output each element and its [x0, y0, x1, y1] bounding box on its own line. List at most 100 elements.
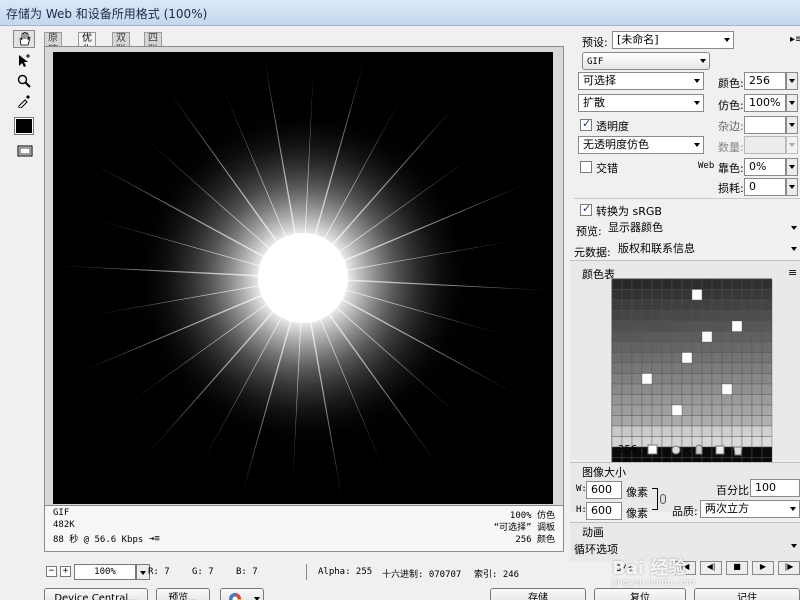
color-swatch	[691, 415, 703, 427]
lossy-slider-button[interactable]	[786, 178, 798, 196]
tab-original[interactable]: 原稿	[44, 32, 62, 56]
web-snap-slider-button[interactable]	[786, 158, 798, 176]
preview-image[interactable]	[53, 52, 553, 504]
color-swatch	[681, 279, 693, 290]
link-icon[interactable]	[660, 494, 666, 504]
zoom-in-button[interactable]: +	[60, 566, 71, 577]
color-swatches	[612, 279, 773, 469]
transparency-dither-dropdown[interactable]: 无透明度仿色	[578, 136, 704, 154]
color-swatch	[641, 383, 653, 395]
color-swatch	[641, 289, 653, 301]
slice-select-tool-button[interactable]	[13, 52, 35, 70]
web-shift-icon	[671, 445, 681, 455]
transparency-checkbox[interactable]	[580, 117, 592, 131]
next-frame-button[interactable]: |▶	[778, 561, 800, 575]
color-swatch	[721, 310, 733, 322]
interlaced-checkbox[interactable]	[580, 161, 592, 173]
color-swatch	[621, 383, 633, 395]
optimize-menu-icon[interactable]: ▸≡	[790, 34, 800, 45]
height-field[interactable]: 600	[586, 502, 622, 520]
window-title-bar[interactable]: 存储为 Web 和设备所用格式 (100%)	[0, 0, 800, 26]
color-swatch	[691, 289, 703, 301]
chevron-down-icon	[791, 544, 797, 548]
color-swatch	[751, 320, 763, 332]
color-swatch	[691, 341, 703, 353]
download-speed-menu-icon[interactable]: ⇥≡	[149, 534, 160, 544]
convert-srgb-checkbox[interactable]	[580, 202, 592, 216]
color-swatch	[761, 373, 773, 385]
tab-2-up[interactable]: 双联	[112, 32, 130, 56]
play-button[interactable]: ▶	[752, 561, 774, 575]
window-title: 存储为 Web 和设备所用格式 (100%)	[6, 7, 208, 21]
color-swatch	[661, 299, 673, 311]
lossy-field[interactable]: 0	[744, 178, 786, 196]
color-swatch	[691, 279, 703, 290]
color-swatch	[631, 362, 643, 374]
preset-dropdown[interactable]: [未命名]	[612, 31, 734, 49]
matte-field[interactable]	[744, 116, 786, 134]
color-swatch	[671, 352, 683, 364]
color-swatch	[761, 320, 773, 332]
color-swatch	[721, 331, 733, 343]
percent-field[interactable]: 100	[750, 479, 800, 497]
color-swatch	[741, 289, 753, 301]
color-table-menu-icon[interactable]: ≡	[788, 266, 797, 279]
color-swatch	[691, 373, 703, 385]
eyedropper-color-swatch[interactable]	[13, 116, 35, 136]
hand-tool-button[interactable]	[13, 30, 35, 48]
device-central-button[interactable]: Device Central...	[44, 588, 148, 600]
dither-slider-button[interactable]	[786, 94, 798, 112]
color-swatch	[741, 331, 753, 343]
color-swatch	[612, 279, 623, 290]
browser-icon	[229, 593, 241, 600]
width-field[interactable]: 600	[586, 481, 622, 499]
amount-field[interactable]	[744, 136, 786, 154]
dither-algorithm-dropdown[interactable]: 扩散	[578, 94, 704, 112]
color-swatch	[612, 352, 623, 364]
color-swatch	[621, 352, 633, 364]
eyedropper-tool-button[interactable]	[13, 92, 35, 110]
color-swatch	[651, 352, 663, 364]
color-reduction-value: 可选择	[583, 74, 616, 87]
color-swatch	[681, 404, 693, 416]
color-swatch	[691, 299, 703, 311]
dialog-body: 原稿 优化 双联 四联	[0, 26, 800, 600]
color-swatch	[721, 383, 733, 395]
color-swatch	[631, 415, 643, 427]
interlaced-label: 交错	[596, 162, 618, 175]
color-swatch	[671, 415, 683, 427]
preview-label: 预览:	[576, 225, 602, 238]
matte-dropdown-button[interactable]	[786, 116, 798, 134]
web-snap-field[interactable]: 0%	[744, 158, 786, 176]
color-swatch	[731, 331, 743, 343]
width-unit: 像素	[626, 486, 648, 499]
tab-optimized[interactable]: 优化	[78, 32, 96, 56]
format-dropdown[interactable]: GIF	[582, 52, 710, 70]
preview-dropdown[interactable]: 显示器颜色	[604, 220, 800, 238]
color-table-actions	[646, 444, 796, 456]
color-swatch	[612, 320, 623, 332]
prev-frame-button[interactable]: ◀|	[700, 561, 722, 575]
amount-dropdown-button[interactable]	[786, 136, 798, 154]
colors-dropdown-button[interactable]	[786, 72, 798, 90]
zoom-level-field[interactable]: 100%	[74, 564, 136, 580]
color-swatch	[671, 320, 683, 332]
color-swatch	[671, 425, 683, 437]
preview-button[interactable]: 预览...	[156, 588, 210, 600]
color-swatch	[761, 425, 773, 437]
metadata-dropdown[interactable]: 版权和联系信息	[614, 241, 800, 259]
dither-field[interactable]: 100%	[744, 94, 786, 112]
color-reduction-dropdown[interactable]: 可选择	[578, 72, 704, 90]
stop-button[interactable]: ■	[726, 561, 748, 575]
color-swatch	[731, 279, 743, 290]
color-table-grid[interactable]	[611, 278, 773, 469]
color-swatch	[621, 289, 633, 301]
zoom-tool-button[interactable]	[13, 72, 35, 90]
browser-preview-button[interactable]	[220, 588, 264, 600]
quality-dropdown[interactable]: 两次立方	[700, 500, 800, 518]
map-transparent-icon	[647, 444, 658, 455]
zoom-out-button[interactable]: −	[46, 566, 57, 577]
tab-4-up[interactable]: 四联	[144, 32, 162, 56]
toggle-slices-button[interactable]	[13, 142, 35, 160]
colors-field[interactable]: 256	[744, 72, 786, 90]
